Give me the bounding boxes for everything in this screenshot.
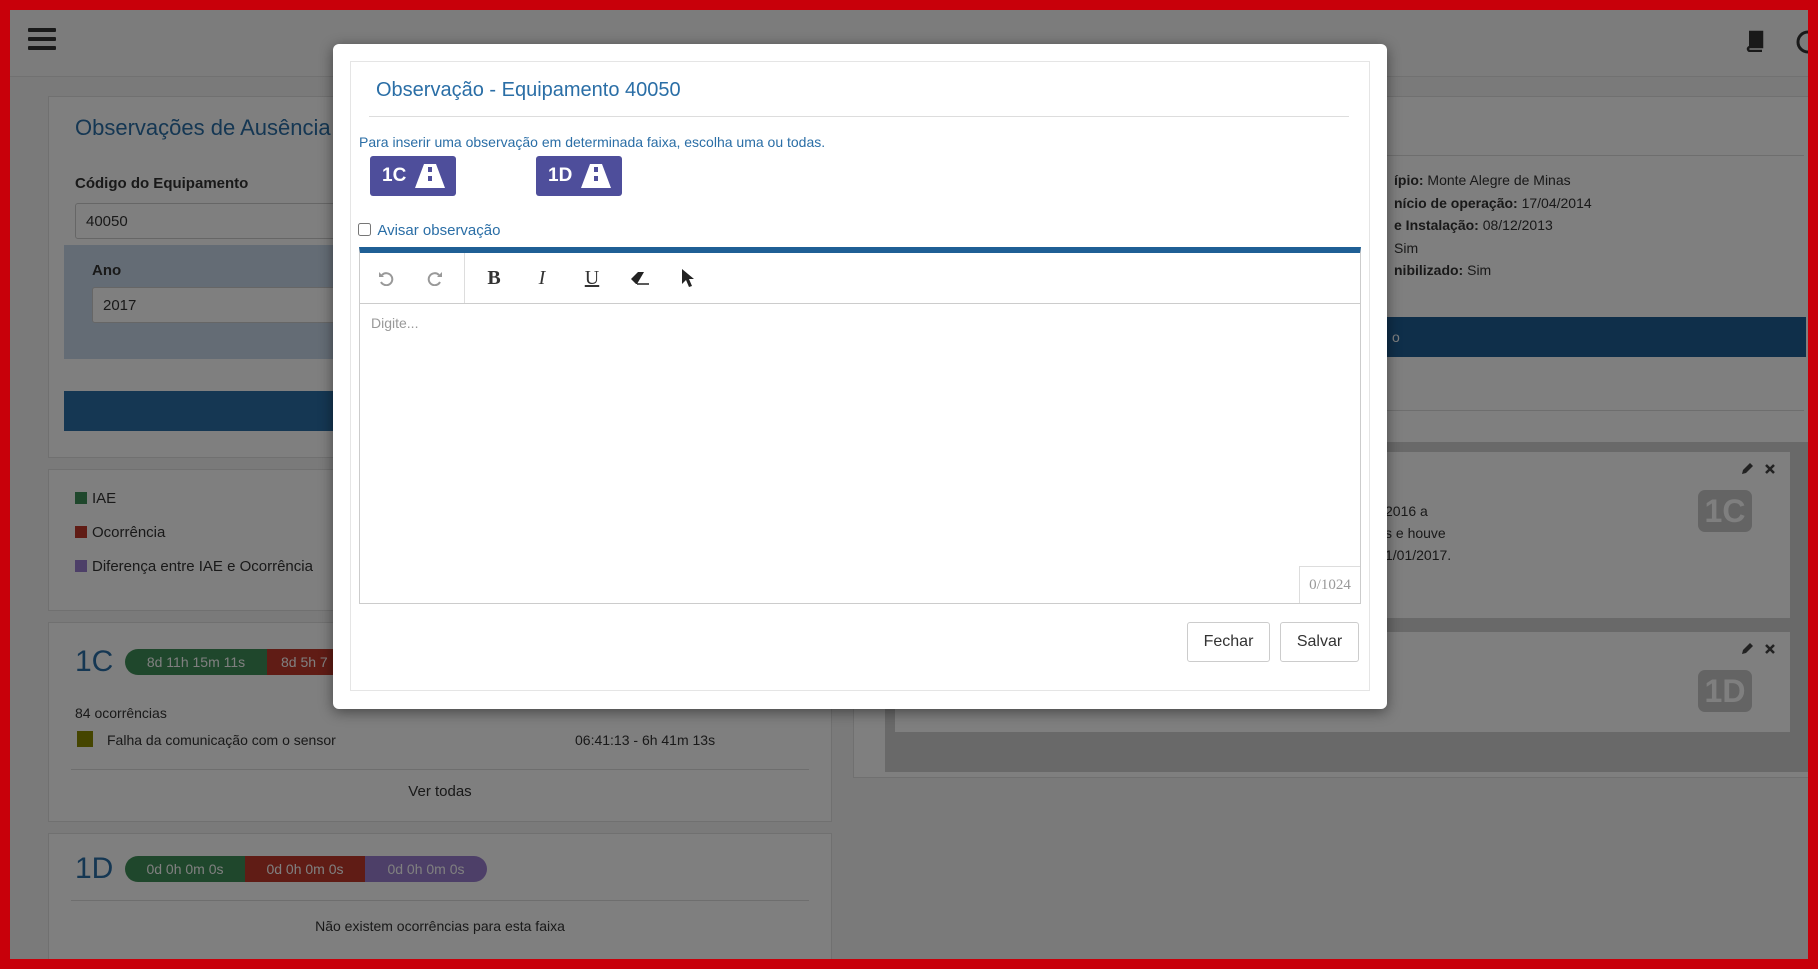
- road-icon: [415, 164, 445, 188]
- notify-checkbox[interactable]: [358, 223, 371, 236]
- divider: [369, 116, 1349, 117]
- close-button[interactable]: Fechar: [1187, 622, 1270, 662]
- italic-button[interactable]: I: [520, 253, 564, 303]
- app-window: Observações de Ausência d Código do Equi…: [0, 0, 1818, 969]
- lane-1d-button[interactable]: 1D: [536, 156, 622, 196]
- editor-toolbar: B I U: [360, 253, 1360, 304]
- notify-row: Avisar observação: [358, 222, 500, 239]
- modal-content: Observação - Equipamento 40050 Para inse…: [350, 61, 1370, 691]
- observation-modal: Observação - Equipamento 40050 Para inse…: [333, 44, 1387, 709]
- char-counter: 0/1024: [1299, 566, 1360, 603]
- undo-icon[interactable]: [378, 270, 394, 286]
- bold-button[interactable]: B: [472, 253, 516, 303]
- editor-placeholder[interactable]: Digite...: [371, 315, 418, 331]
- redo-icon[interactable]: [427, 270, 443, 286]
- eraser-icon[interactable]: [630, 271, 650, 285]
- underline-button[interactable]: U: [570, 253, 614, 303]
- road-icon: [581, 164, 611, 188]
- modal-title: Observação - Equipamento 40050: [376, 79, 681, 101]
- lane-1c-button[interactable]: 1C: [370, 156, 456, 196]
- toolbar-separator: [464, 253, 465, 303]
- save-button[interactable]: Salvar: [1280, 622, 1359, 662]
- notify-label: Avisar observação: [377, 222, 501, 239]
- modal-hint: Para inserir uma observação em determina…: [359, 134, 826, 150]
- rich-text-editor: B I U Digite... 0/1024: [359, 247, 1361, 604]
- cursor-icon[interactable]: [681, 268, 695, 288]
